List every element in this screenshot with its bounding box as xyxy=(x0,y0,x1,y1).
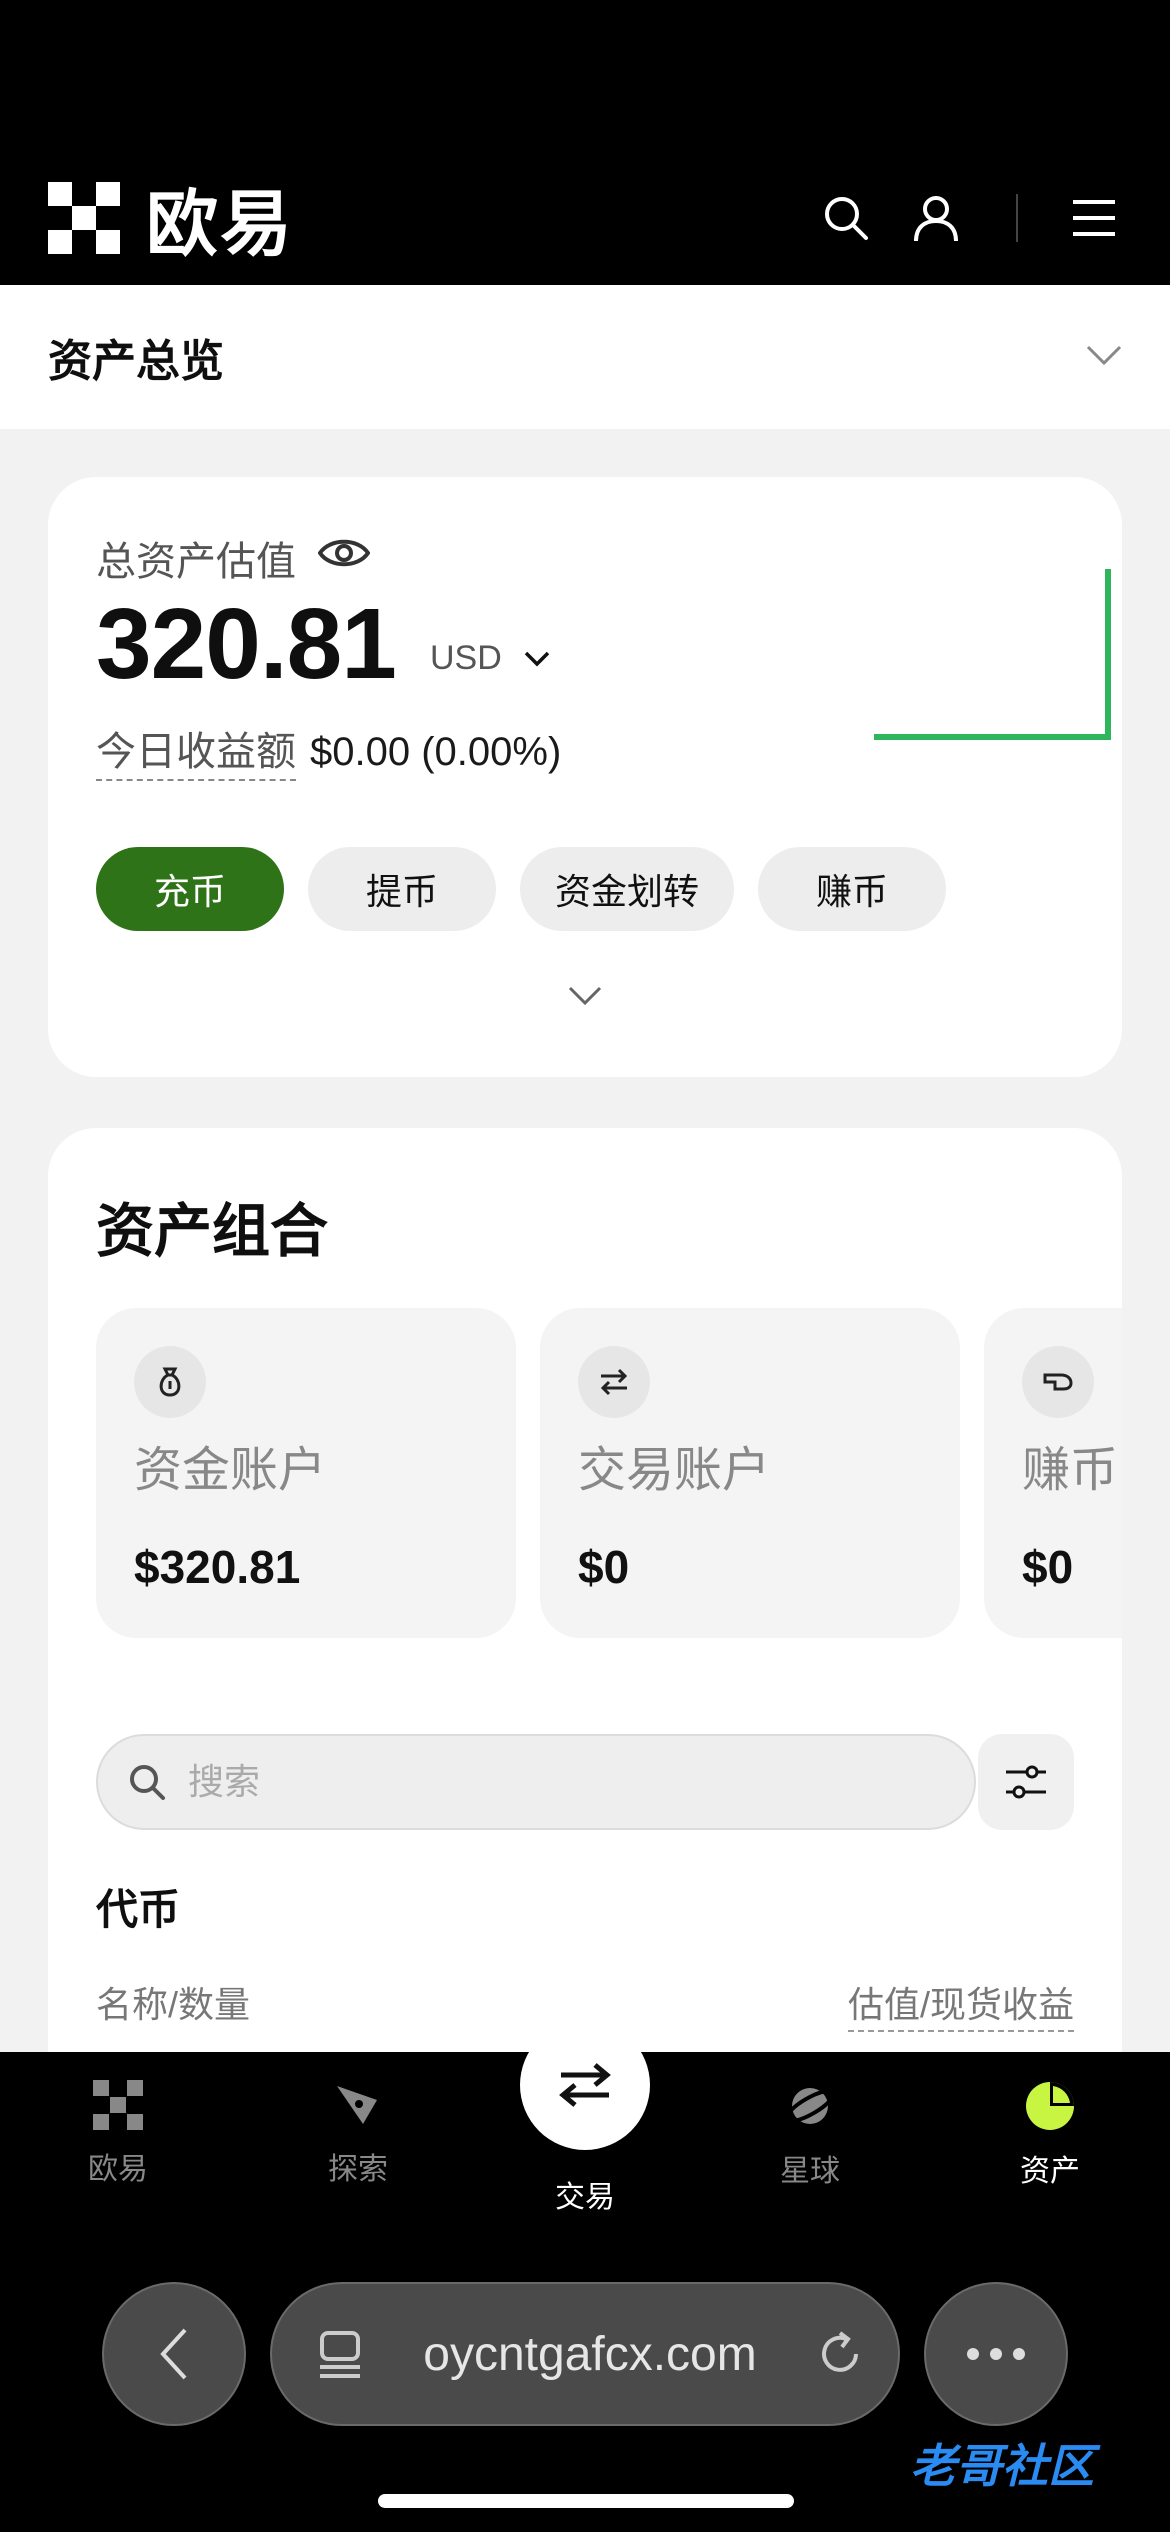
account-value: $0 xyxy=(1022,1541,1074,1593)
trading-account-card[interactable]: 交易账户 $0 xyxy=(540,1308,960,1638)
watermark: 老哥社区 xyxy=(910,2440,1094,2492)
account-name: 赚币 xyxy=(1022,1444,1119,1497)
tab-explore[interactable]: 探索 xyxy=(278,2080,438,2188)
search-icon xyxy=(130,1765,165,1800)
tab-label: 探索 xyxy=(328,2153,388,2186)
earn-button[interactable]: 赚币 xyxy=(758,847,946,931)
chevron-left-icon xyxy=(160,2328,187,2380)
asset-sparkline xyxy=(874,569,1111,740)
okx-logo-icon xyxy=(48,181,120,254)
column-header-value[interactable]: 估值/现货收益 xyxy=(847,1976,1074,2032)
swap-icon xyxy=(578,1346,650,1418)
currency-selector[interactable]: USD xyxy=(430,639,550,678)
tab-planet[interactable]: 星球 xyxy=(730,2080,890,2190)
tab-label: 资产 xyxy=(1020,2155,1080,2188)
column-header-name: 名称/数量 xyxy=(96,1984,251,2025)
search-input[interactable] xyxy=(188,1761,888,1803)
url-bar[interactable]: oycntgafcx.com xyxy=(270,2282,900,2426)
account-value: $320.81 xyxy=(134,1541,301,1593)
planet-icon xyxy=(784,2088,836,2124)
compass-icon xyxy=(337,2086,377,2124)
tab-okx[interactable]: 欧易 xyxy=(38,2080,198,2188)
transfer-button[interactable]: 资金划转 xyxy=(520,847,734,931)
search-icon[interactable] xyxy=(818,190,874,246)
today-pnl-value: $0.00 (0.00%) xyxy=(310,730,562,774)
today-pnl-label[interactable]: 今日收益额 xyxy=(96,719,296,781)
top-nav-bar: 欧易 xyxy=(0,150,1170,285)
reload-icon[interactable] xyxy=(816,2330,864,2378)
funding-account-card[interactable]: 资金账户 $320.81 xyxy=(96,1308,516,1638)
expand-chevron-icon[interactable] xyxy=(568,985,602,1012)
total-value: 320.81 xyxy=(96,588,397,700)
earn-icon xyxy=(1022,1346,1094,1418)
menu-icon[interactable] xyxy=(1066,190,1122,246)
page-title: 资产总览 xyxy=(48,337,224,386)
page-icon xyxy=(320,2331,360,2378)
tab-label-trade: 交易 xyxy=(555,2181,615,2214)
user-icon[interactable] xyxy=(908,190,964,246)
okx-logo-icon xyxy=(93,2080,143,2130)
tab-label: 星球 xyxy=(780,2155,840,2188)
tab-assets[interactable]: 资产 xyxy=(970,2080,1130,2190)
search-bar[interactable] xyxy=(96,1734,976,1830)
more-button[interactable] xyxy=(924,2282,1068,2426)
browser-toolbar: oycntgafcx.com xyxy=(0,2282,1170,2432)
url-text: oycntgafcx.com xyxy=(423,2327,757,2381)
brand-logo[interactable]: 欧易 xyxy=(48,165,294,270)
deposit-button[interactable]: 充币 xyxy=(96,847,284,931)
action-buttons: 充币 提币 资金划转 赚币 xyxy=(96,847,946,931)
earn-account-card[interactable]: 赚币 $0 xyxy=(984,1308,1122,1638)
pie-chart-icon xyxy=(1026,2082,1074,2130)
tokens-heading: 代币 xyxy=(96,1886,181,1933)
moneybag-icon xyxy=(134,1346,206,1418)
estimate-label: 总资产估值 xyxy=(96,540,296,584)
eye-icon[interactable] xyxy=(317,535,371,581)
trade-button[interactable] xyxy=(520,2020,650,2150)
filter-button[interactable] xyxy=(978,1734,1074,1830)
asset-overview-dropdown[interactable]: 资产总览 xyxy=(0,285,1170,429)
account-name: 资金账户 xyxy=(134,1444,327,1497)
status-bar xyxy=(0,0,1170,150)
account-value: $0 xyxy=(578,1541,630,1593)
more-dots-icon xyxy=(967,2348,1025,2360)
tab-label: 欧易 xyxy=(88,2153,148,2186)
back-button[interactable] xyxy=(102,2282,246,2426)
portfolio-title: 资产组合 xyxy=(96,1199,329,1264)
withdraw-button[interactable]: 提币 xyxy=(308,847,496,931)
account-name: 交易账户 xyxy=(578,1444,771,1497)
brand-name: 欧易 xyxy=(146,185,295,265)
divider xyxy=(1016,193,1018,242)
chevron-down-icon xyxy=(524,651,550,666)
account-carousel[interactable]: 资金账户 $320.81 交易账户 $0 赚币 $0 xyxy=(96,1308,1122,1638)
portfolio-card: 资产组合 资金账户 $320.81 交易账户 $0 赚币 $0 搜索 代币 名称… xyxy=(48,1128,1122,2128)
total-assets-card: 总资产估值 320.81 USD 今日收益额 $0.00 (0.00%) 充币 … xyxy=(48,477,1122,1077)
swap-icon xyxy=(559,2063,611,2107)
chevron-down-icon xyxy=(1086,344,1122,371)
sliders-icon xyxy=(1006,1765,1046,1799)
currency-label: USD xyxy=(430,639,502,677)
home-indicator[interactable] xyxy=(378,2494,794,2508)
